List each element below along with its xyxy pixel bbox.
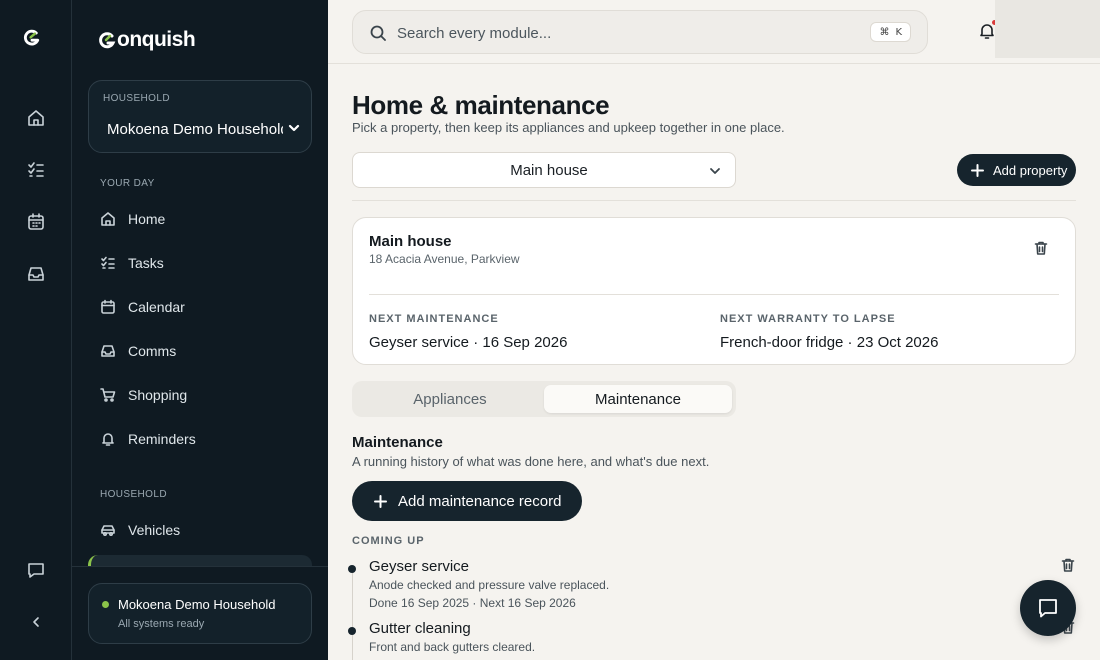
brand-name: onquish bbox=[117, 28, 196, 51]
sidebar-item-comms[interactable]: Comms bbox=[100, 340, 176, 362]
avatar[interactable] bbox=[995, 0, 1100, 58]
add-property-label: Add property bbox=[993, 162, 1068, 178]
search-icon bbox=[369, 24, 387, 42]
household-selector-label: HOUSEHOLD bbox=[103, 93, 170, 104]
brand-mark-icon bbox=[99, 32, 116, 49]
property-address: 18 Acacia Avenue, Parkview bbox=[369, 252, 520, 266]
tab-bar: Appliances Maintenance bbox=[352, 381, 736, 417]
trash-icon bbox=[1034, 241, 1048, 255]
sidebar-item-label: Comms bbox=[128, 343, 177, 359]
plus-icon bbox=[971, 163, 984, 177]
sidebar-item-tasks[interactable]: Tasks bbox=[100, 252, 164, 274]
sidebar-item-label: Reminders bbox=[128, 431, 196, 447]
page-subtitle: Pick a property, then keep its appliance… bbox=[352, 120, 785, 135]
car-icon bbox=[100, 522, 116, 538]
inbox-icon[interactable] bbox=[24, 262, 48, 286]
sidebar-item-label: Home bbox=[128, 211, 166, 227]
sidebar-item-label: Calendar bbox=[128, 299, 185, 315]
add-maintenance-record-button[interactable]: Add maintenance record bbox=[352, 481, 582, 521]
sidebar-item-calendar[interactable]: Calendar bbox=[100, 296, 185, 318]
page-title: Home & maintenance bbox=[352, 90, 610, 120]
home-icon bbox=[100, 211, 116, 227]
trash-icon bbox=[1061, 558, 1075, 572]
bell-icon bbox=[100, 431, 116, 447]
search-input[interactable] bbox=[397, 21, 817, 45]
property-card-divider bbox=[369, 294, 1059, 295]
sidebar-item-label: Vehicles bbox=[128, 522, 181, 538]
shortcut-key: K bbox=[895, 26, 902, 38]
sidebar-item-label: Tasks bbox=[128, 255, 164, 271]
status-text: All systems ready bbox=[118, 618, 205, 630]
chat-bubble-icon bbox=[1039, 599, 1057, 618]
property-name: Main house bbox=[369, 233, 452, 250]
status-dot bbox=[102, 601, 109, 608]
tasks-icon[interactable] bbox=[24, 158, 48, 182]
chevron-down-icon bbox=[287, 121, 301, 135]
household-status-card[interactable]: Mokoena Demo Household All systems ready bbox=[88, 583, 312, 644]
icon-rail bbox=[0, 0, 72, 660]
sidebar-item-home[interactable]: Home bbox=[100, 208, 165, 230]
next-warranty-label: NEXT WARRANTY TO LAPSE bbox=[720, 313, 896, 325]
coming-up-label: COMING UP bbox=[352, 535, 425, 547]
plus-icon bbox=[374, 494, 387, 508]
sidebar-item-reminders[interactable]: Reminders bbox=[100, 428, 196, 450]
add-property-button[interactable]: Add property bbox=[957, 154, 1076, 186]
next-warranty-value: French-door fridge · 23 Oct 2026 bbox=[720, 334, 939, 351]
command-key-icon: ⌘ bbox=[879, 26, 890, 38]
delete-property-button[interactable] bbox=[1033, 240, 1049, 256]
section-label-household: HOUSEHOLD bbox=[100, 489, 167, 500]
chevron-down-icon bbox=[709, 164, 721, 176]
next-maintenance-label: NEXT MAINTENANCE bbox=[369, 313, 499, 325]
top-bar: ⌘ K bbox=[328, 0, 1100, 64]
sidebar-item-vehicles[interactable]: Vehicles bbox=[100, 519, 180, 541]
search-box[interactable]: ⌘ K bbox=[352, 10, 928, 54]
maintenance-subheading: A running history of what was done here,… bbox=[352, 454, 710, 469]
record-dates: Done 16 Sep 2025 · Next 16 Sep 2026 bbox=[369, 596, 576, 610]
record-description: Anode checked and pressure valve replace… bbox=[369, 578, 610, 592]
section-label-your-day: YOUR DAY bbox=[100, 178, 155, 189]
timeline-dot bbox=[348, 627, 356, 635]
comms-icon bbox=[100, 343, 116, 359]
collapse-icon[interactable] bbox=[24, 610, 48, 634]
brand-wordmark[interactable]: onquish bbox=[98, 28, 196, 52]
home-icon[interactable] bbox=[24, 106, 48, 130]
next-maintenance-value: Geyser service · 16 Sep 2026 bbox=[369, 334, 568, 351]
calendar-icon[interactable] bbox=[24, 210, 48, 234]
household-selector-value: Mokoena Demo Household bbox=[107, 121, 283, 138]
timeline-line bbox=[352, 569, 353, 660]
tab-maintenance[interactable]: Maintenance bbox=[544, 385, 732, 413]
timeline-dot bbox=[348, 565, 356, 573]
sidebar: onquish HOUSEHOLD Mokoena Demo Household… bbox=[72, 0, 328, 660]
maintenance-heading: Maintenance bbox=[352, 434, 443, 451]
sidebar-item-shopping[interactable]: Shopping bbox=[100, 384, 187, 406]
chat-icon[interactable] bbox=[24, 558, 48, 582]
tab-appliances[interactable]: Appliances bbox=[356, 385, 544, 413]
app-logo-icon[interactable] bbox=[22, 28, 50, 56]
household-selector[interactable]: HOUSEHOLD Mokoena Demo Household bbox=[88, 80, 312, 153]
sidebar-item-label: Shopping bbox=[128, 387, 188, 403]
keyboard-shortcut-badge: ⌘ K bbox=[870, 22, 911, 42]
cart-icon bbox=[100, 387, 116, 403]
main-content: Home & maintenance Pick a property, then… bbox=[348, 64, 1076, 660]
add-maintenance-record-label: Add maintenance record bbox=[398, 492, 562, 510]
chat-button[interactable] bbox=[1020, 580, 1076, 636]
record-title[interactable]: Gutter cleaning bbox=[369, 620, 471, 637]
delete-record-button[interactable] bbox=[1060, 557, 1076, 573]
status-household-name: Mokoena Demo Household bbox=[118, 597, 276, 612]
property-select-value: Main house bbox=[510, 162, 588, 179]
calendar-icon bbox=[100, 299, 116, 315]
record-description: Front and back gutters cleared. bbox=[369, 640, 536, 654]
tasks-icon bbox=[100, 255, 116, 271]
record-title[interactable]: Geyser service bbox=[369, 558, 469, 575]
sidebar-divider bbox=[72, 566, 328, 567]
property-card: Main house 18 Acacia Avenue, Parkview NE… bbox=[352, 217, 1076, 365]
property-select[interactable]: Main house bbox=[352, 152, 736, 188]
header-divider bbox=[352, 200, 1076, 201]
